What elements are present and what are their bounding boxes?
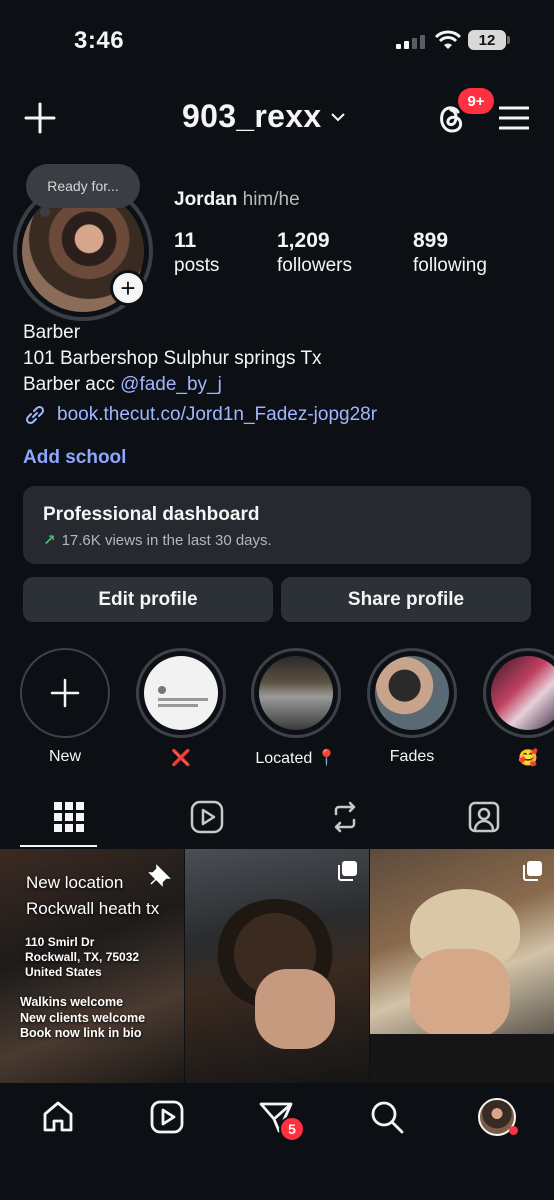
menu-icon[interactable] — [499, 106, 529, 130]
post-tile[interactable] — [370, 849, 554, 1083]
bio-mention-link[interactable]: @fade_by_j — [120, 374, 222, 395]
highlight-label: ❌ — [171, 750, 191, 767]
highlight-cover — [375, 656, 449, 730]
add-story-button[interactable]: + — [110, 270, 146, 306]
dashboard-subtitle-row: ↗ 17.6K views in the last 30 days. — [43, 531, 511, 550]
stat-posts[interactable]: 11 posts — [174, 229, 219, 277]
bio-mention-prefix: Barber acc — [23, 374, 115, 395]
profile-link[interactable]: book.thecut.co/Jord1n_Fadez-jopg28r — [23, 403, 377, 427]
bio-line: 101 Barbershop Sulphur springs Tx — [23, 348, 322, 369]
reels-tab-icon[interactable] — [190, 800, 224, 834]
edit-profile-button[interactable]: Edit profile — [23, 577, 273, 622]
post-caption-line: Rockwall heath tx — [26, 899, 160, 918]
trend-up-icon: ↗ — [43, 532, 56, 549]
pinned-icon — [148, 864, 171, 887]
bio-line: Barber acc @fade_by_j — [23, 372, 322, 398]
highlight-item[interactable]: 🥰 — [482, 648, 554, 768]
stat-followers[interactable]: 1,209 followers — [277, 229, 352, 277]
bio: Barber 101 Barbershop Sulphur springs Tx… — [23, 320, 322, 398]
share-profile-button[interactable]: Share profile — [281, 577, 531, 622]
post-footer-line: New clients welcome — [20, 1010, 146, 1025]
add-school-link[interactable]: Add school — [23, 447, 126, 469]
highlight-ring — [136, 648, 226, 738]
stat-label: following — [413, 255, 487, 276]
carousel-icon — [523, 861, 542, 881]
stat-label: followers — [277, 255, 352, 276]
post-tile[interactable]: New location Rockwall heath tx 110 Smirl… — [0, 849, 184, 1083]
post-address-line: United States — [25, 965, 102, 979]
highlight-new[interactable]: New — [19, 648, 111, 766]
stat-following[interactable]: 899 following — [413, 229, 487, 277]
post-caption-line: New location — [26, 873, 124, 892]
highlight-cover — [144, 656, 218, 730]
post-photo-face — [255, 969, 335, 1049]
tagged-tab-icon[interactable] — [467, 800, 501, 834]
stat-label: posts — [174, 255, 220, 276]
post-footer-line: Walkins welcome — [20, 995, 124, 1009]
post-photo-cape — [370, 1034, 554, 1083]
new-highlight-circle — [20, 648, 110, 738]
reels-icon[interactable] — [149, 1099, 185, 1135]
battery-indicator: 12 — [468, 30, 506, 50]
highlight-ring — [367, 648, 457, 738]
highlight-label: Located 📍 — [255, 750, 337, 767]
professional-dashboard-card[interactable]: Professional dashboard ↗ 17.6K views in … — [23, 486, 531, 564]
highlight-ring — [251, 648, 341, 738]
dashboard-subtitle: 17.6K views in the last 30 days. — [61, 531, 272, 549]
stat-value: 1,209 — [277, 229, 330, 252]
account-switcher[interactable]: 903_rexx — [182, 98, 346, 135]
profile-link-text: book.thecut.co/Jord1n_Fadez-jopg28r — [57, 404, 378, 425]
carousel-icon — [338, 861, 357, 881]
dashboard-title: Professional dashboard — [43, 504, 260, 525]
plus-icon — [50, 678, 80, 708]
notification-badge: 9+ — [458, 88, 494, 114]
note-bubble[interactable]: Ready for... — [26, 164, 140, 208]
username-label: 903_rexx — [182, 98, 322, 134]
post-photo-face — [410, 949, 510, 1039]
messages-badge: 5 — [279, 1116, 305, 1142]
highlight-cover — [259, 656, 333, 730]
highlight-label: New — [48, 748, 81, 765]
grid-tab-icon[interactable] — [52, 800, 86, 834]
highlight-ring — [483, 648, 554, 738]
battery-cap — [507, 36, 510, 44]
stat-value: 11 — [174, 229, 197, 252]
active-tab-indicator — [20, 845, 97, 847]
link-icon — [25, 405, 45, 425]
note-bubble-tail — [40, 207, 50, 217]
display-name: Jordan — [174, 189, 238, 210]
stat-value: 899 — [413, 229, 449, 252]
highlight-label: 🥰 — [518, 750, 538, 767]
post-footer-line: Book now link in bio — [20, 1026, 142, 1040]
highlight-label: Fades — [389, 748, 435, 765]
reposts-tab-icon[interactable] — [328, 800, 362, 834]
highlight-item[interactable]: Fades — [366, 648, 458, 766]
bio-line: Barber — [23, 322, 81, 343]
status-time: 3:46 — [74, 27, 125, 54]
pronouns: him/he — [242, 189, 300, 210]
post-address-line: 110 Smirl Dr — [25, 935, 95, 949]
profile-notification-dot — [509, 1126, 518, 1135]
home-icon[interactable] — [40, 1099, 76, 1135]
search-icon[interactable] — [369, 1099, 405, 1135]
cellular-signal-icon — [396, 33, 426, 49]
wifi-icon — [434, 30, 462, 49]
profile-name: Jordan him/he — [174, 189, 300, 211]
post-footer: Walkins welcome New clients welcome Book… — [20, 995, 145, 1042]
post-tile[interactable] — [185, 849, 369, 1083]
create-plus-icon[interactable] — [24, 102, 56, 134]
highlight-item[interactable]: ❌ — [135, 648, 227, 768]
chevron-down-icon — [331, 112, 346, 121]
post-address: 110 Smirl Dr Rockwall, TX, 75032 United … — [25, 935, 139, 980]
highlight-cover — [491, 656, 554, 730]
highlight-item[interactable]: Located 📍 — [250, 648, 342, 768]
post-address-line: Rockwall, TX, 75032 — [25, 950, 140, 964]
